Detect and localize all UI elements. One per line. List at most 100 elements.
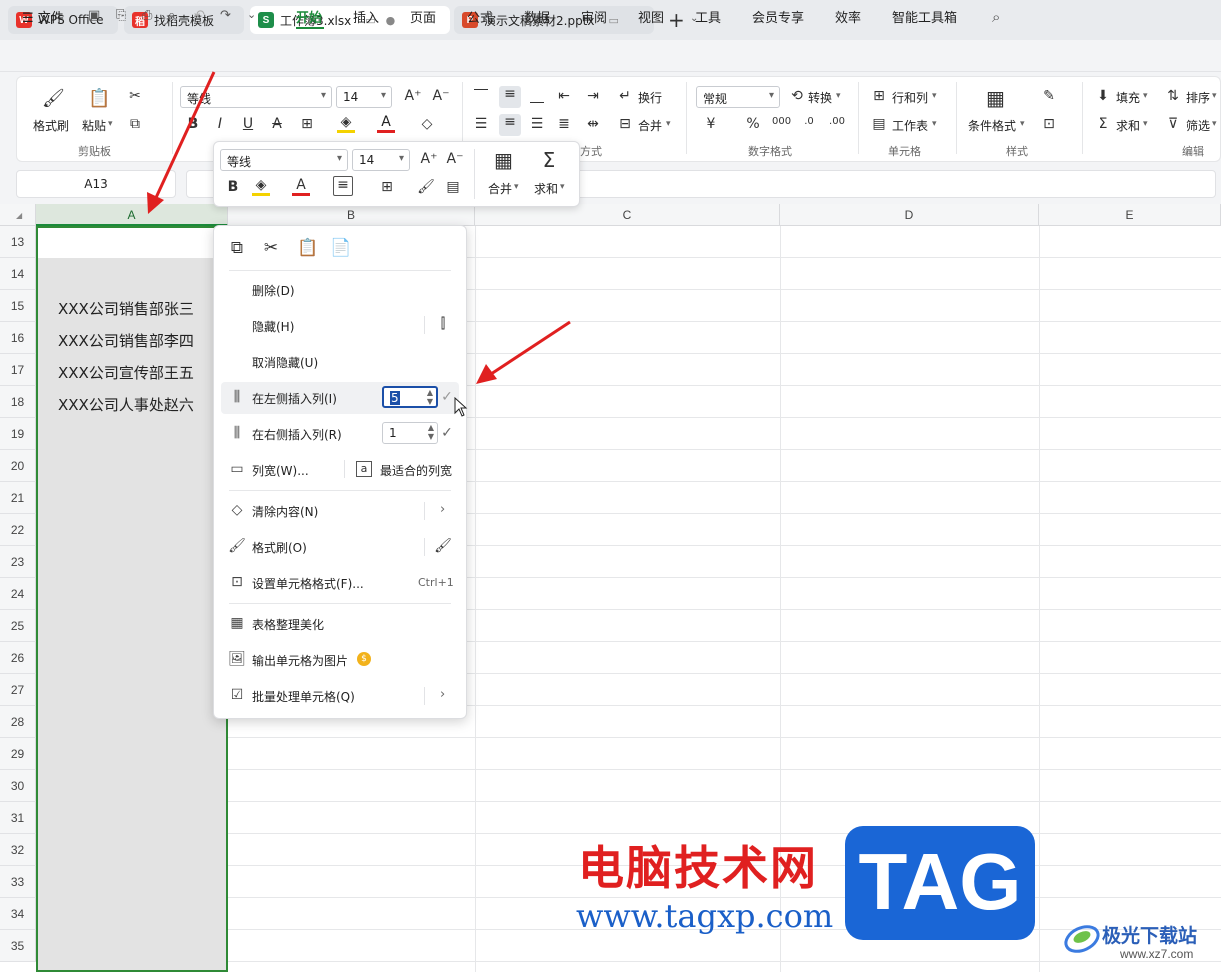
format-painter-lock-icon[interactable]: 🖌 [434,538,452,554]
increase-font-icon[interactable]: A⁺ [404,88,422,104]
autosum-label[interactable]: 求和 [1116,117,1140,134]
row-header-13[interactable]: 13 [0,226,36,258]
mini-table-style-icon[interactable]: ▤ [444,179,462,195]
menu-efficiency[interactable]: 效率 [835,7,861,26]
row-header-32[interactable]: 32 [0,834,36,866]
row-header-17[interactable]: 17 [0,354,36,386]
mini-bold-icon[interactable]: B [224,179,242,195]
paste-icon[interactable]: 📋 [297,238,318,258]
window-icon[interactable]: ▭ [609,14,619,27]
worksheet-icon[interactable]: ▤ [870,116,888,132]
row-header-21[interactable]: 21 [0,482,36,514]
menu-review[interactable]: 审阅 [581,7,607,26]
cell-a18[interactable]: XXX公司人事处赵六 [58,394,194,415]
row-col-chevron-icon[interactable]: ▾ [932,91,937,101]
row-header-30[interactable]: 30 [0,770,36,802]
clear-format-icon[interactable]: ◇ [418,116,436,132]
cut-icon[interactable]: ✂ [262,238,280,258]
format-painter-icon[interactable]: 🖌 [42,88,65,109]
menu-tools[interactable]: 工具 [695,7,721,26]
indent-decrease-icon[interactable]: ⇤ [555,88,573,104]
cell-a16[interactable]: XXX公司销售部李四 [58,330,194,351]
mini-format-painter-icon[interactable]: 🖌 [417,179,435,195]
menu-home[interactable]: 开始 [296,7,322,26]
row-header-22[interactable]: 22 [0,514,36,546]
submenu-arrow-icon[interactable]: › [440,687,445,702]
menu-hide[interactable]: 隐藏(H) [252,318,294,335]
menu-view[interactable]: 视图 [638,7,664,26]
worksheet-chevron-icon[interactable]: ▾ [932,119,937,129]
menu-member[interactable]: 会员专享 [752,7,804,26]
conditional-format-label[interactable]: 条件格式 [968,117,1016,134]
paste-chevron-icon[interactable]: ▾ [108,119,113,129]
quick-access-chevron-icon[interactable]: ⌄ [247,8,256,21]
indent-increase-icon[interactable]: ⇥ [584,88,602,104]
mini-autosum-chevron-icon[interactable]: ▾ [560,182,565,192]
insert-left-count-input[interactable]: 5 ▲ ▼ [382,386,438,408]
menu-insert-column-left[interactable]: 在左侧插入列(I) [252,390,337,407]
underline-icon[interactable]: U [239,116,257,132]
align-left-icon[interactable]: ☰ [472,116,490,132]
number-format-select[interactable]: 常规 ▾ [696,86,780,108]
menu-insert-column-right[interactable]: 在右侧插入列(R) [252,426,342,443]
active-cell-a13[interactable] [38,228,226,258]
cell-style-icon[interactable]: ✎ [1040,88,1058,104]
thousands-icon[interactable]: 000 [772,116,791,127]
menu-insert[interactable]: 插入 [353,7,379,26]
mini-merge-label[interactable]: 合并 [488,180,512,197]
row-col-icon[interactable]: ⊞ [870,88,888,104]
menu-unhide[interactable]: 取消隐藏(U) [252,354,318,371]
row-header-34[interactable]: 34 [0,898,36,930]
mini-border-icon[interactable]: ⊞ [378,179,396,195]
filter-chevron-icon[interactable]: ▾ [1212,119,1217,129]
row-header-19[interactable]: 19 [0,418,36,450]
mini-merge-chevron-icon[interactable]: ▾ [514,182,519,192]
share-icon[interactable]: ⎘ [116,8,126,23]
print-preview-icon[interactable]: ⌕ [168,8,175,23]
spinner-arrows-icon[interactable]: ▲ ▼ [428,423,434,441]
decimal-decrease-icon[interactable]: .00 [828,116,846,127]
copy-icon[interactable]: ⧉ [228,238,246,258]
insert-right-count-input[interactable]: 1 ▲ ▼ [382,422,438,444]
column-header-d[interactable]: D [780,204,1039,226]
hide-column-icon[interactable]: ⫿ [434,316,452,332]
mini-font-color-icon[interactable]: A [292,177,310,196]
mini-increase-font-icon[interactable]: A⁺ [420,151,438,167]
filter-label[interactable]: 筛选 [1186,117,1210,134]
print-icon[interactable]: ⎙ [142,8,152,23]
merge-label[interactable]: 合并 [638,117,662,134]
cell-a17[interactable]: XXX公司宣传部王五 [58,362,194,383]
strikethrough-icon[interactable]: A [268,116,286,132]
row-col-label[interactable]: 行和列 [892,89,928,106]
sort-chevron-icon[interactable]: ▾ [1212,91,1217,101]
menu-cell-format[interactable]: 设置单元格格式(F)... [252,575,364,592]
row-header-27[interactable]: 27 [0,674,36,706]
font-color-icon[interactable]: A [377,114,395,133]
merge-chevron-icon[interactable]: ▾ [666,119,671,129]
filter-icon[interactable]: ⊽ [1164,116,1182,132]
conditional-format-chevron-icon[interactable]: ▾ [1020,119,1025,129]
row-header-31[interactable]: 31 [0,802,36,834]
row-header-15[interactable]: 15 [0,290,36,322]
merge-cells-icon[interactable]: ⊟ [616,116,634,132]
menu-delete[interactable]: 删除(D) [252,282,295,299]
align-top-icon[interactable]: ⎺ [472,88,490,104]
autosum-chevron-icon[interactable]: ▾ [1143,119,1148,129]
mini-align-center-icon[interactable]: ≡ [333,176,353,196]
file-menu[interactable]: ☰ 文件 [22,7,64,26]
row-header-25[interactable]: 25 [0,610,36,642]
distributed-icon[interactable]: ⇹ [584,116,602,132]
align-bottom-icon[interactable]: ⎽ [528,88,546,104]
mini-font-size-select[interactable]: 14 ▾ [352,149,410,171]
autosum-icon[interactable]: Σ [1094,116,1112,132]
menu-formula[interactable]: 公式 [467,7,493,26]
new-tab-plus-icon[interactable]: + [668,8,685,32]
menu-column-width[interactable]: 列宽(W)... [252,462,309,479]
convert-label[interactable]: 转换 [808,89,832,106]
mini-autosum-label[interactable]: 求和 [534,180,558,197]
row-header-20[interactable]: 20 [0,450,36,482]
align-middle-icon[interactable]: ≡ [499,86,521,108]
fill-chevron-icon[interactable]: ▾ [1143,91,1148,101]
column-header-b[interactable]: B [228,204,475,226]
font-size-select[interactable]: 14 ▾ [336,86,392,108]
